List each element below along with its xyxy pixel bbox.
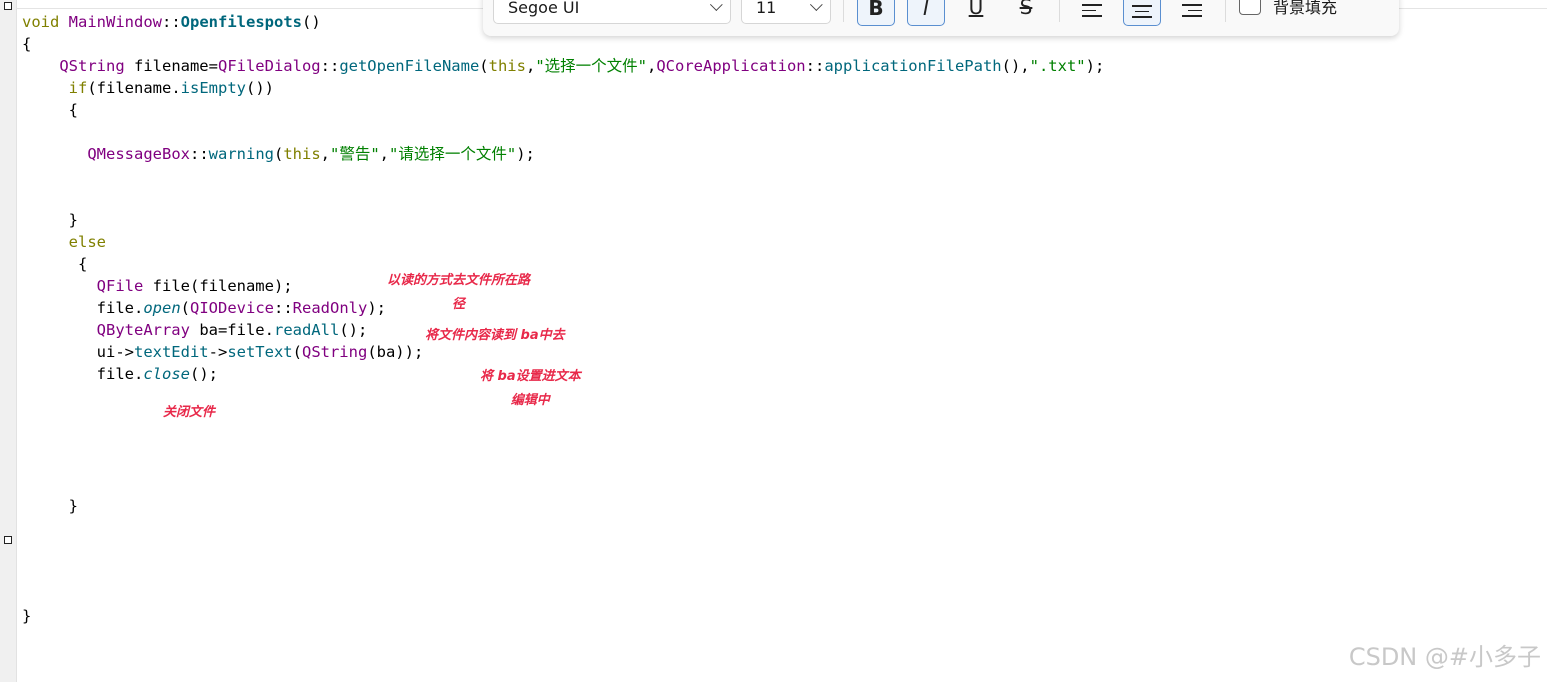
watermark: CSDN @#小多子: [1348, 643, 1541, 671]
font-size-value: 11: [756, 0, 777, 17]
code-line: {: [22, 101, 78, 119]
code-line: }: [22, 211, 78, 229]
toolbar-separator: [1059, 0, 1060, 22]
annotation-set-text: 将 ba设置进文本 编辑中: [480, 369, 581, 408]
code-line: QFile file(filename);: [96, 277, 293, 295]
align-center-icon: [1132, 1, 1152, 22]
annotation-read-mode: 以读的方式去文件所在路 径: [387, 273, 531, 312]
font-family-value: Segoe UI: [508, 0, 580, 17]
font-size-dropdown[interactable]: 11: [741, 0, 831, 24]
annotation-close-file: 关闭文件: [163, 405, 216, 420]
italic-button[interactable]: I: [907, 0, 945, 26]
code-line: QMessageBox::warning(this,"警告","请选择一个文件"…: [87, 145, 535, 163]
code-line: {: [22, 35, 32, 53]
code-line: {: [22, 255, 88, 273]
italic-icon: I: [923, 0, 929, 20]
strikethrough-icon: S: [1019, 0, 1033, 19]
align-right-icon: [1182, 0, 1202, 21]
background-fill-label: 背景填充: [1273, 0, 1338, 17]
strikethrough-button[interactable]: S: [1007, 0, 1045, 26]
align-right-button[interactable]: [1173, 0, 1211, 26]
align-left-button[interactable]: [1073, 0, 1111, 26]
toolbar-separator: [843, 0, 844, 22]
underline-icon: U: [968, 0, 984, 19]
code-editor[interactable]: void MainWindow::Openfilespots(){ QStrin…: [22, 11, 1104, 627]
code-line: }: [22, 497, 78, 515]
bold-icon: B: [868, 0, 884, 20]
background-fill-checkbox[interactable]: [1239, 0, 1261, 15]
align-left-icon: [1082, 0, 1102, 21]
font-family-dropdown[interactable]: Segoe UI: [493, 0, 731, 24]
bold-button[interactable]: B: [857, 0, 895, 26]
align-center-button[interactable]: [1123, 0, 1161, 26]
code-line: file.open(QIODevice::ReadOnly);: [22, 299, 386, 317]
annotation-read-to-ba: 将文件内容读到 ba中去: [425, 328, 565, 343]
code-line: if(filename.isEmpty()): [68, 79, 274, 97]
chevron-down-icon: [809, 0, 823, 12]
code-line: else: [68, 233, 106, 251]
code-line: QString filename=QFileDialog::getOpenFil…: [59, 57, 1105, 75]
resize-handle-top[interactable]: [4, 2, 12, 10]
underline-button[interactable]: U: [957, 0, 995, 26]
editor-gutter: [0, 0, 17, 682]
format-toolbar: Segoe UI 11 B I U S 背景填充: [483, 0, 1399, 36]
chevron-down-icon: [709, 0, 723, 12]
code-line: }: [22, 607, 32, 625]
toolbar-separator: [1225, 0, 1226, 22]
resize-handle-middle[interactable]: [4, 536, 12, 544]
